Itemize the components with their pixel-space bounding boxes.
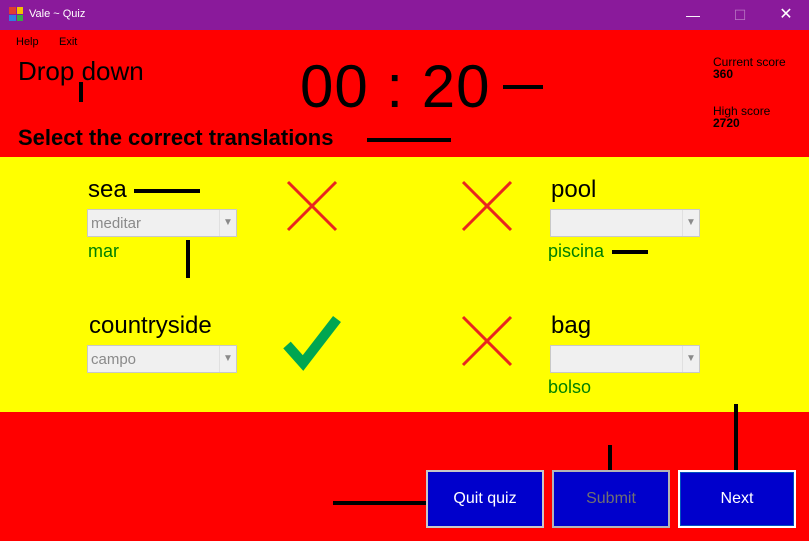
annotation-line [333,501,428,505]
chevron-down-icon[interactable]: ▼ [682,210,699,236]
cross-icon [461,180,513,232]
correct-answer-2: piscina [548,241,605,261]
answer-dropdown-2[interactable]: ▼ [550,209,700,237]
close-button[interactable]: ✕ [763,0,809,30]
answer-dropdown-1[interactable]: meditar ▼ [87,209,237,237]
cross-icon [461,315,513,367]
annotation-line [612,250,648,254]
question-word-1: sea [88,176,127,203]
window-title: Vale ~ Quiz [29,8,86,20]
annotation-line [734,404,738,470]
annotation-line [79,82,83,102]
current-score-value: 360 [713,67,734,81]
answer-dropdown-3[interactable]: campo ▼ [87,345,237,373]
menu-exit[interactable]: Exit [59,36,77,48]
correct-answer-4: bolso [548,377,592,397]
annotation-line [367,138,451,142]
title-bar: Vale ~ Quiz — ☐ ✕ [0,0,809,30]
question-word-2: pool [551,176,597,203]
countdown-timer: 00 : 20 [300,53,491,120]
question-word-4: bag [551,312,592,339]
annotation-line [134,189,200,193]
maximize-button[interactable]: ☐ [717,0,763,30]
cross-icon [286,180,338,232]
chevron-down-icon[interactable]: ▼ [219,346,236,372]
check-icon [283,315,341,371]
menu-help[interactable]: Help [16,36,39,48]
high-score-value: 2720 [713,116,740,130]
next-button[interactable]: Next [678,470,796,528]
annotation-line [503,85,543,89]
dropdown-value: meditar [91,215,142,232]
chevron-down-icon[interactable]: ▼ [219,210,236,236]
annotation-line [186,240,190,278]
chevron-down-icon[interactable]: ▼ [682,346,699,372]
app-icon [9,7,23,21]
instructions-label: Select the correct translations [18,125,334,150]
annotation-line [608,445,612,471]
correct-answer-1: mar [88,241,119,261]
quit-quiz-button[interactable]: Quit quiz [426,470,544,528]
answer-dropdown-4[interactable]: ▼ [550,345,700,373]
dropdown-value: campo [91,351,137,368]
minimize-button[interactable]: — [670,0,716,30]
submit-button[interactable]: Submit [552,470,670,528]
question-word-3: countryside [89,312,212,339]
